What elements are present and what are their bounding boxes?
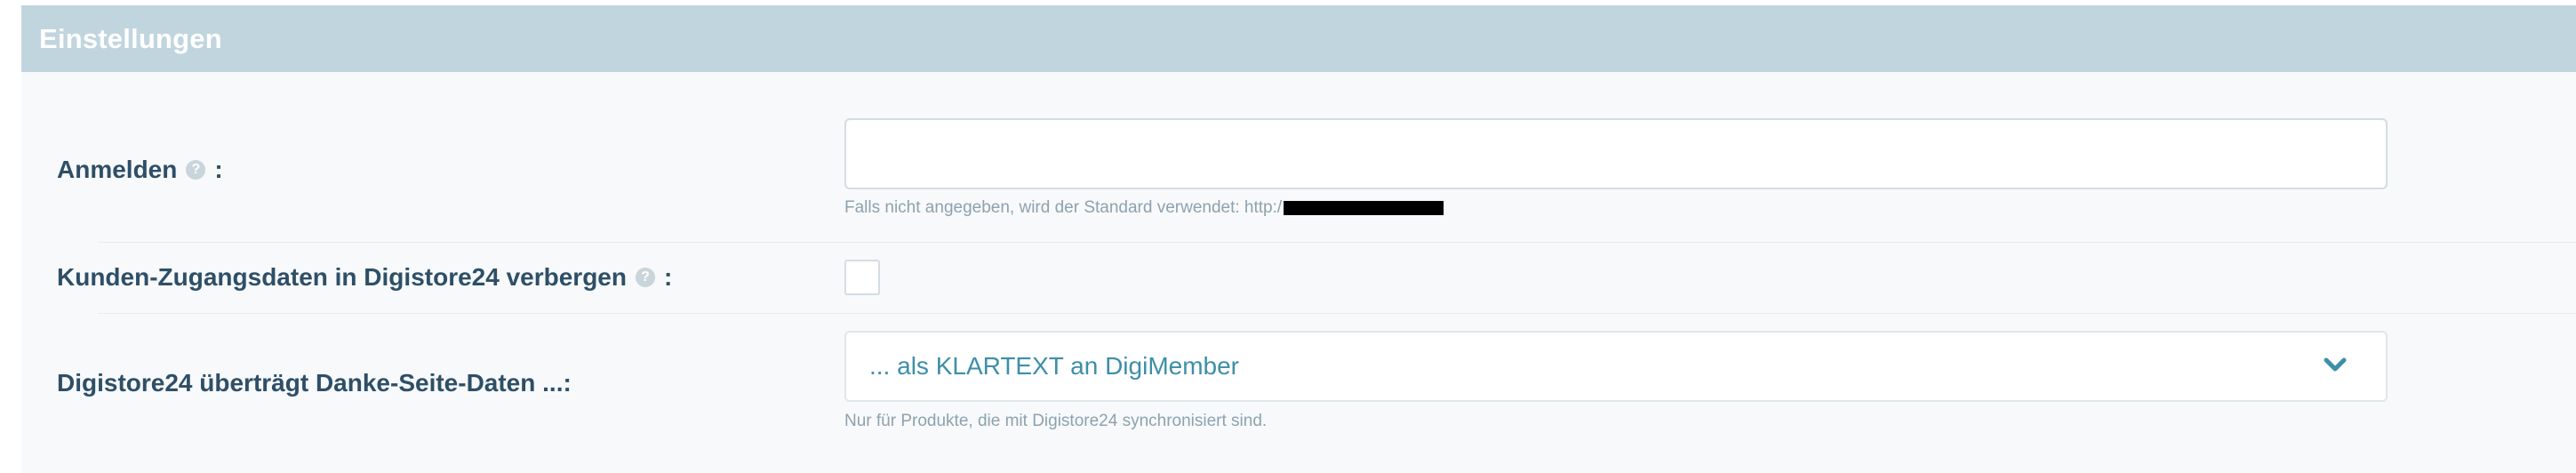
login-hint: Falls nicht angegeben, wird der Standard… (844, 197, 1444, 219)
thankyou-data-select[interactable]: ... als KLARTEXT an DigiMember (844, 331, 2388, 402)
hide-credentials-checkbox[interactable] (844, 260, 880, 295)
login-hint-text: Falls nicht angegeben, wird der Standard… (844, 198, 1283, 217)
login-label: Anmelden ? : (57, 155, 223, 185)
chevron-down-icon (2324, 357, 2347, 372)
panel-title: Einstellungen (39, 23, 222, 54)
login-label-text: Anmelden (57, 156, 178, 183)
hide-credentials-label-text: Kunden-Zugangsdaten in Digistore24 verbe… (57, 263, 627, 291)
hide-credentials-label: Kunden-Zugangsdaten in Digistore24 verbe… (57, 262, 672, 293)
settings-panel: Einstellungen Anmelden ? : Falls nicht a… (21, 5, 2576, 473)
help-icon[interactable]: ? (186, 160, 206, 180)
login-url-input[interactable] (844, 118, 2388, 189)
hide-credentials-label-colon: : (663, 263, 673, 291)
panel-header: Einstellungen (21, 5, 2576, 72)
help-icon[interactable]: ? (635, 268, 655, 287)
thankyou-data-label: Digistore24 überträgt Danke-Seite-Daten … (57, 369, 572, 397)
redacted-url-block (1284, 201, 1444, 215)
thankyou-data-hint: Nur für Produkte, die mit Digistore24 sy… (844, 412, 1268, 430)
divider (98, 313, 2576, 314)
divider (98, 242, 2576, 243)
select-value: ... als KLARTEXT an DigiMember (869, 352, 1240, 380)
login-label-colon: : (214, 156, 223, 183)
